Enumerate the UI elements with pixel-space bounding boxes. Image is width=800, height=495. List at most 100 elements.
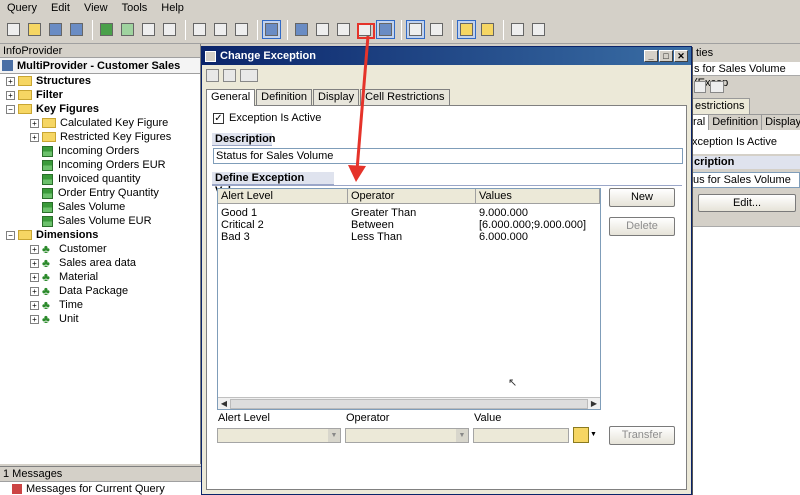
tab-general-fragment[interactable]: ral (690, 115, 710, 130)
expand-toggle-icon[interactable]: + (30, 314, 39, 324)
tree-item[interactable]: + ♣ Data Package (0, 284, 200, 298)
tab-cell-restrictions[interactable]: Cell Restrictions (360, 89, 450, 105)
minimize-icon[interactable]: _ (644, 50, 658, 62)
tree-item[interactable]: − Key Figures (0, 102, 200, 116)
properties-save-icon[interactable] (694, 81, 706, 93)
tree-item[interactable]: + Restricted Key Figures (0, 130, 200, 144)
open-icon[interactable] (25, 20, 44, 39)
tree-item[interactable]: + ♣ Unit (0, 312, 200, 326)
tree-item[interactable]: + Filter (0, 88, 200, 102)
documents-icon[interactable] (457, 20, 476, 39)
menu-view[interactable]: View (77, 2, 115, 14)
tree-item[interactable]: Sales Volume EUR (0, 214, 200, 228)
column-header-alert-level[interactable]: Alert Level (218, 189, 348, 203)
tab-general[interactable]: General (206, 89, 256, 106)
expand-toggle-icon[interactable]: + (30, 118, 39, 128)
grid-horizontal-scrollbar[interactable]: ◀ ▶ (218, 397, 600, 409)
tab-display[interactable]: Display (313, 89, 360, 105)
menu-edit[interactable]: Edit (44, 2, 77, 14)
edit-pencil-icon[interactable] (206, 68, 219, 82)
edit-button[interactable]: Edit... (698, 194, 796, 212)
dialog-titlebar[interactable]: Change Exception _ □ ✕ (202, 47, 691, 65)
tree-item[interactable]: + Calculated Key Figure (0, 116, 200, 130)
alert-level-select[interactable]: ▼ (217, 428, 341, 443)
menu-help[interactable]: Help (154, 2, 191, 14)
dialog-save-icon[interactable] (223, 68, 236, 82)
expand-toggle-icon[interactable]: + (30, 272, 39, 282)
tools-dropdown-icon[interactable] (529, 20, 548, 39)
table-row[interactable]: Critical 2 Between [6.000.000;9.000.000] (218, 219, 600, 231)
scroll-left-icon[interactable]: ◀ (218, 398, 230, 410)
operator-select[interactable]: ▼ (345, 428, 469, 443)
menu-query[interactable]: Query (0, 2, 44, 14)
tree-item[interactable]: + ♣ Customer (0, 242, 200, 256)
rows-columns-icon[interactable] (313, 20, 332, 39)
value-helper-dropdown-icon[interactable]: ▼ (590, 431, 597, 438)
tree-item[interactable]: + Structures (0, 74, 200, 88)
table-view-icon[interactable] (406, 20, 425, 39)
scroll-right-icon[interactable]: ▶ (588, 398, 600, 410)
new-button[interactable]: New (609, 188, 675, 207)
scroll-thumb[interactable] (230, 398, 588, 409)
messages-item[interactable]: Messages for Current Query (0, 482, 201, 495)
expand-toggle-icon[interactable]: + (30, 286, 39, 296)
paste-icon[interactable] (232, 20, 251, 39)
delete-button[interactable]: Delete (609, 217, 675, 236)
publish-icon[interactable] (97, 20, 116, 39)
tab-cell-restrictions-fragment[interactable]: estrictions (690, 98, 750, 114)
properties-description-field[interactable]: us for Sales Volume (690, 172, 800, 188)
value-input[interactable] (473, 428, 569, 443)
copy-icon[interactable] (211, 20, 230, 39)
tree-item[interactable]: + ♣ Material (0, 270, 200, 284)
tree-item[interactable]: + ♣ Sales area data (0, 256, 200, 270)
expand-toggle-icon[interactable]: + (30, 258, 39, 268)
expand-toggle-icon[interactable]: − (6, 104, 15, 114)
tab-display[interactable]: Display (762, 115, 800, 130)
messages-icon[interactable] (427, 20, 446, 39)
expand-toggle-icon[interactable]: + (6, 76, 15, 86)
tree-item[interactable]: Sales Volume (0, 200, 200, 214)
expand-toggle-icon[interactable]: + (30, 300, 39, 310)
tree-item[interactable]: Invoiced quantity (0, 172, 200, 186)
expand-toggle-icon[interactable]: + (30, 244, 39, 254)
description-field[interactable]: Status for Sales Volume (213, 148, 683, 164)
tab-definition[interactable]: Definition (256, 89, 312, 105)
properties-tools-icon[interactable] (710, 81, 724, 93)
cut-icon[interactable] (190, 20, 209, 39)
column-header-values[interactable]: Values (476, 189, 600, 203)
expand-toggle-icon[interactable]: + (6, 90, 15, 100)
tree-item[interactable]: Incoming Orders EUR (0, 158, 200, 172)
table-row[interactable]: Good 1 Greater Than 9.000.000 (218, 207, 600, 219)
maximize-icon[interactable]: □ (659, 50, 673, 62)
web-icon[interactable] (508, 20, 527, 39)
dialog-tools-icon[interactable] (240, 68, 258, 82)
conditions-icon[interactable] (355, 20, 374, 39)
value-helper-icon[interactable] (573, 427, 589, 443)
table-row[interactable]: Bad 3 Less Than 6.000.000 (218, 231, 600, 243)
save-all-icon[interactable] (67, 20, 86, 39)
exception-active-checkbox[interactable]: ✓ Exception Is Active (213, 112, 321, 124)
transfer-button[interactable]: Transfer (609, 426, 675, 445)
column-header-operator[interactable]: Operator (348, 189, 476, 203)
filter-icon[interactable] (292, 20, 311, 39)
tree-item[interactable]: Order Entry Quantity (0, 186, 200, 200)
tab-definition[interactable]: Definition (709, 115, 763, 130)
close-icon[interactable]: ✕ (674, 50, 688, 62)
expand-toggle-icon[interactable]: − (6, 230, 15, 240)
tree-item[interactable]: + ♣ Time (0, 298, 200, 312)
tree-item[interactable]: − Dimensions (0, 228, 200, 242)
exceptions-icon[interactable] (376, 20, 395, 39)
provider-title[interactable]: MultiProvider - Customer Sales (0, 58, 200, 74)
tree-item[interactable]: Incoming Orders (0, 144, 200, 158)
expand-toggle-icon[interactable]: + (30, 132, 39, 142)
check-icon[interactable] (118, 20, 137, 39)
infoprovider-icon[interactable] (262, 20, 281, 39)
properties-icon[interactable] (139, 20, 158, 39)
menu-tools[interactable]: Tools (115, 2, 155, 14)
properties-exception-active[interactable]: xception Is Active (690, 130, 800, 154)
transport-icon[interactable] (478, 20, 497, 39)
cells-icon[interactable] (334, 20, 353, 39)
where-used-icon[interactable] (160, 20, 179, 39)
save-icon[interactable] (46, 20, 65, 39)
new-query-icon[interactable] (4, 20, 23, 39)
